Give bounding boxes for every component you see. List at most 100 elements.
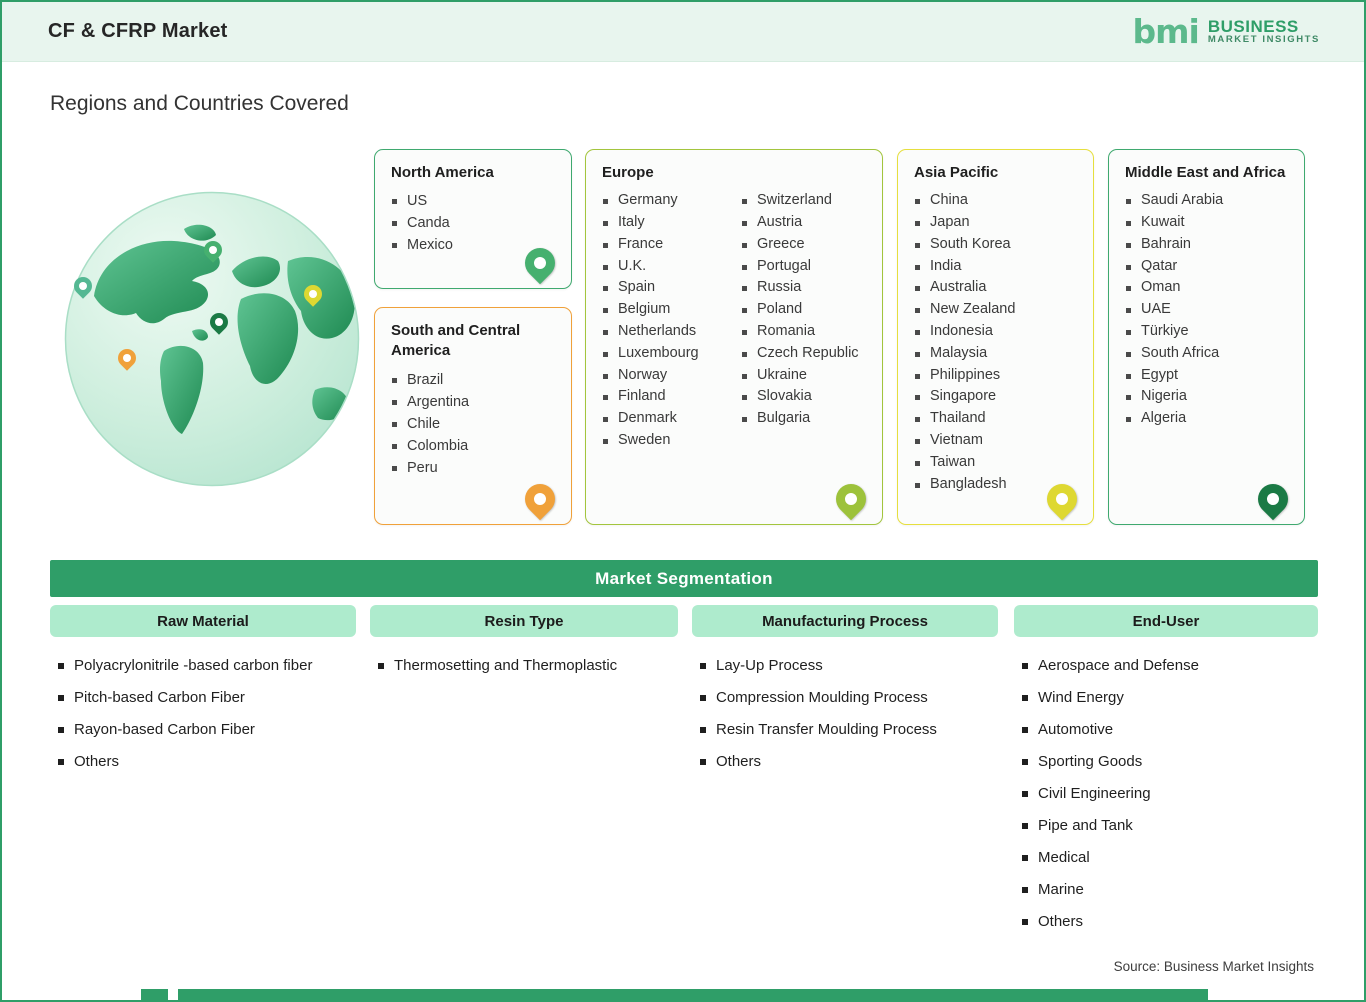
logo-line1: BUSINESS	[1207, 16, 1299, 36]
segment-header-raw-material: Raw Material	[50, 605, 356, 637]
region-title: Asia Pacific	[914, 164, 999, 181]
segment-item: Thermosetting and Thermoplastic	[376, 650, 676, 682]
segment-item: Others	[1020, 906, 1318, 938]
country-item: Denmark	[602, 408, 729, 430]
country-list: China Japan South Korea India Australia New Z…	[914, 190, 1079, 495]
country-item: Saudi Arabia	[1125, 190, 1290, 212]
segmentation-title: Market Segmentation	[595, 568, 773, 588]
country-item: France	[602, 234, 729, 256]
logo-line2: MARKET INSIGHTS	[1207, 34, 1320, 46]
segment-item: Pipe and Tank	[1020, 810, 1318, 842]
segment-item: Medical	[1020, 842, 1318, 874]
country-item: South Africa	[1125, 343, 1290, 365]
europe-country-columns: Germany Italy France U.K. Spain Belgium Nether…	[602, 190, 868, 452]
region-title: North America	[391, 164, 494, 181]
segment-list-end-user: Aerospace and Defense Wind Energy Automoti…	[1020, 650, 1318, 938]
globe-illustration	[64, 191, 360, 487]
region-title: Europe	[602, 164, 654, 181]
country-item: U.K.	[602, 256, 729, 278]
country-item: Vietnam	[914, 430, 1079, 452]
country-item: Kuwait	[1125, 212, 1290, 234]
country-item: Switzerland	[741, 190, 868, 212]
segment-item: Automotive	[1020, 714, 1318, 746]
country-item: Greece	[741, 234, 868, 256]
footer-strip	[178, 989, 1208, 1000]
country-item: India	[914, 256, 1079, 278]
country-item: Australia	[914, 277, 1079, 299]
country-item: Czech Republic	[741, 343, 868, 365]
country-item: Canda	[391, 212, 557, 234]
segment-item: Aerospace and Defense	[1020, 650, 1318, 682]
country-item: Slovakia	[741, 386, 868, 408]
bmi-logo-mark-icon: bmi	[1132, 12, 1200, 51]
country-item: Qatar	[1125, 256, 1290, 278]
country-item: Germany	[602, 190, 729, 212]
document-title: CF & CFRP Market	[48, 20, 228, 42]
country-item: New Zealand	[914, 299, 1079, 321]
country-item: Sweden	[602, 430, 729, 452]
country-item: Japan	[914, 212, 1079, 234]
country-item: Singapore	[914, 386, 1079, 408]
country-item: Poland	[741, 299, 868, 321]
country-item: Bulgaria	[741, 408, 868, 430]
country-item: Italy	[602, 212, 729, 234]
country-item: Algeria	[1125, 408, 1290, 430]
segment-list-resin-type: Thermosetting and Thermoplastic	[376, 650, 676, 682]
country-item: Spain	[602, 277, 729, 299]
segment-item: Civil Engineering	[1020, 778, 1318, 810]
country-item: Chile	[391, 413, 557, 435]
country-item: Taiwan	[914, 452, 1079, 474]
country-item: Netherlands	[602, 321, 729, 343]
segment-header-manufacturing-process: Manufacturing Process	[692, 605, 998, 637]
country-item: Russia	[741, 277, 868, 299]
region-card-asia-pacific: Asia Pacific China Japan South Korea India A…	[897, 149, 1094, 525]
page: CF & CFRP Market bmi BUSINESS MARKET INS…	[0, 0, 1366, 1002]
country-item: Norway	[602, 365, 729, 387]
country-item: US	[391, 190, 557, 212]
country-list-right: Switzerland Austria Greece Portugal Russia Po…	[741, 190, 868, 452]
country-item: Brazil	[391, 369, 557, 391]
region-card-middle-east-africa: Middle East and Africa Saudi Arabia Kuwai…	[1108, 149, 1305, 525]
bmi-logo: bmi BUSINESS MARKET INSIGHTS	[1133, 15, 1320, 48]
country-item: Austria	[741, 212, 868, 234]
country-item: Malaysia	[914, 343, 1079, 365]
segmentation-title-bar: Market Segmentation	[50, 560, 1318, 597]
region-card-north-america: North America US Canda Mexico	[374, 149, 572, 289]
segment-header-end-user: End-User	[1014, 605, 1318, 637]
country-item: South Korea	[914, 234, 1079, 256]
country-item: Argentina	[391, 391, 557, 413]
map-pin-icon	[1251, 477, 1295, 521]
country-list: Brazil Argentina Chile Colombia Peru	[391, 369, 557, 479]
country-item: Luxembourg	[602, 343, 729, 365]
country-item: Finland	[602, 386, 729, 408]
country-item: Oman	[1125, 277, 1290, 299]
map-pin-icon	[518, 477, 562, 521]
segment-item: Others	[56, 746, 356, 778]
region-card-south-central-america: South and Central America Brazil Argentin…	[374, 307, 572, 525]
region-title: Middle East and Africa	[1125, 164, 1286, 181]
country-item: Ukraine	[741, 365, 868, 387]
segment-list-raw-material: Polyacrylonitrile -based carbon fiber Pit…	[56, 650, 356, 778]
segment-item: Compression Moulding Process	[698, 682, 998, 714]
country-item: China	[914, 190, 1079, 212]
segment-item: Polyacrylonitrile -based carbon fiber	[56, 650, 356, 682]
segment-item: Lay-Up Process	[698, 650, 998, 682]
segment-item: Wind Energy	[1020, 682, 1318, 714]
segment-list-manufacturing-process: Lay-Up Process Compression Moulding Proce…	[698, 650, 998, 778]
country-item: Colombia	[391, 435, 557, 457]
source-note: Source: Business Market Insights	[1113, 959, 1314, 974]
country-item: Egypt	[1125, 365, 1290, 387]
bmi-logo-text: BUSINESS MARKET INSIGHTS	[1207, 16, 1320, 46]
country-item: Bahrain	[1125, 234, 1290, 256]
header-bar: CF & CFRP Market bmi BUSINESS MARKET INS…	[2, 2, 1364, 62]
country-item: Türkiye	[1125, 321, 1290, 343]
country-item: Peru	[391, 457, 557, 479]
country-list-left: Germany Italy France U.K. Spain Belgium Nether…	[602, 190, 729, 452]
segment-item: Others	[698, 746, 998, 778]
country-list: Saudi Arabia Kuwait Bahrain Qatar Oman UAE Tür…	[1125, 190, 1290, 430]
country-item: Portugal	[741, 256, 868, 278]
segment-item: Resin Transfer Moulding Process	[698, 714, 998, 746]
footer-strip	[141, 989, 168, 1000]
country-item: Philippines	[914, 365, 1079, 387]
country-list: US Canda Mexico	[391, 190, 557, 256]
